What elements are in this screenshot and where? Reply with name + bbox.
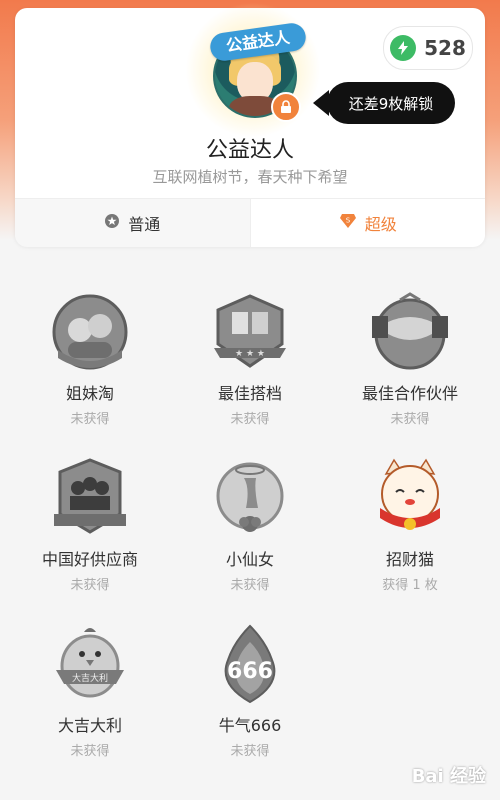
medal-tabs: 普通 S 超级	[15, 198, 485, 247]
score-value: 528	[424, 36, 466, 60]
medal-status: 未获得	[230, 412, 270, 427]
chicken-medal-icon: 大吉大利	[50, 624, 130, 704]
medal-status: 未获得	[230, 744, 270, 759]
medal-item[interactable]: 小仙女 未获得	[170, 458, 330, 593]
medal-item[interactable]: 最佳合作伙伴 未获得	[330, 292, 490, 427]
medal-name: 招财猫	[385, 550, 434, 569]
medal-name: 中国好供应商	[41, 550, 138, 569]
fairy-medal-icon	[210, 458, 290, 538]
tab-normal[interactable]: 普通	[15, 199, 250, 247]
medal-status: 未获得	[230, 578, 270, 593]
medal-name: 小仙女	[225, 550, 274, 569]
watermark: Bai 经验	[411, 766, 486, 787]
partner-medal-icon: ★ ★ ★	[210, 292, 290, 372]
svg-text:S: S	[346, 217, 351, 225]
lucky-cat-medal-icon	[370, 458, 450, 538]
badge-card: 528 公益达人 还差9枚解锁 公益达人 互联网植树节，春天种下希望 普通 S …	[15, 2, 485, 247]
medal-item[interactable]: ★ ★ ★ 最佳搭档 未获得	[170, 292, 330, 427]
tab-super-label: 超级	[364, 215, 397, 234]
medal-status: 未获得	[70, 744, 110, 759]
badge-description: 互联网植树节，春天种下希望	[152, 168, 348, 186]
star-circle-icon	[104, 213, 120, 233]
tab-normal-label: 普通	[128, 215, 161, 234]
medal-name: 姐妹淘	[65, 384, 114, 403]
svg-text:★ ★ ★: ★ ★ ★	[235, 349, 265, 359]
supplier-medal-icon	[50, 458, 130, 538]
score-pill[interactable]: 528	[383, 26, 473, 70]
medal-status: 未获得	[390, 412, 430, 427]
medal-item[interactable]: 中国好供应商 未获得	[10, 458, 170, 593]
lightning-icon	[390, 35, 417, 61]
svg-text:大吉大利: 大吉大利	[72, 672, 108, 684]
diamond-icon: S	[339, 213, 357, 233]
medal-item[interactable]: 姐妹淘 未获得	[10, 292, 170, 427]
medal-item[interactable]: 大吉大利 大吉大利 未获得	[10, 624, 170, 759]
svg-text:666: 666	[227, 659, 273, 684]
badge-name: 公益达人	[205, 138, 294, 163]
medal-status: 未获得	[70, 412, 110, 427]
tab-super[interactable]: S 超级	[249, 199, 485, 247]
medal-item[interactable]: 招财猫 获得 1 枚	[330, 458, 490, 593]
medal-item[interactable]: 666 牛气666 未获得	[170, 624, 330, 759]
medal-status: 获得 1 枚	[382, 578, 438, 593]
sisters-medal-icon	[50, 292, 130, 372]
medal-name: 牛气666	[218, 716, 282, 735]
medal-name: 大吉大利	[57, 716, 122, 735]
handshake-medal-icon	[370, 292, 450, 372]
unlock-tooltip: 还差9枚解锁	[313, 82, 455, 124]
lock-icon	[271, 92, 301, 122]
medal-status: 未获得	[70, 578, 110, 593]
medal-name: 最佳合作伙伴	[361, 384, 458, 403]
medal-name: 最佳搭档	[217, 384, 282, 403]
flame-666-medal-icon: 666	[210, 624, 290, 704]
